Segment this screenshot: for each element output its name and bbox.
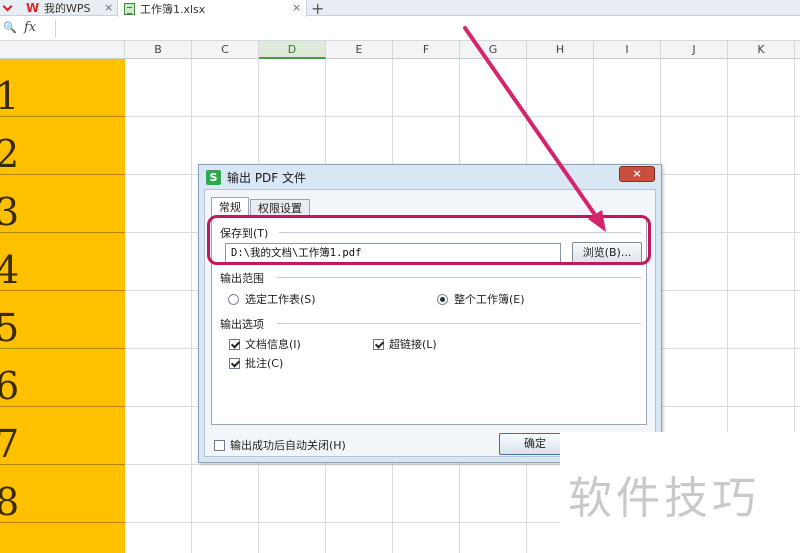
column-header-d[interactable]: D	[259, 41, 326, 59]
cell-value: 3	[0, 190, 20, 234]
checkbox-hyperlink[interactable]: 超链接(L)	[373, 336, 437, 352]
cell-value: 8	[0, 480, 20, 524]
column-header-g[interactable]: G	[460, 41, 527, 59]
cell-value: 4	[0, 248, 20, 292]
cell-a7[interactable]: 7	[0, 407, 125, 465]
tab-my-wps[interactable]: W 我的WPS ×	[0, 0, 117, 16]
option-label: 文档信息(I)	[245, 338, 301, 351]
checkbox-doc-info[interactable]: 文档信息(I)	[229, 336, 301, 352]
cell-a5[interactable]: 5	[0, 291, 125, 349]
cell-a1[interactable]: 1	[0, 59, 125, 117]
export-pdf-dialog: S 输出 PDF 文件 × 常规 权限设置 保存到(T) D:\我的文档\工作簿…	[198, 164, 662, 463]
highlight-oval	[207, 215, 651, 265]
tab-general[interactable]: 常规	[211, 197, 249, 217]
radio-icon	[228, 293, 239, 305]
column-a-cells[interactable]: 1 2 3 4 5 6 7 8	[0, 59, 125, 553]
option-label: 整个工作簿(E)	[454, 293, 525, 306]
column-header-i[interactable]: I	[594, 41, 661, 59]
fx-button[interactable]: fx	[24, 20, 36, 35]
divider	[277, 323, 641, 324]
zoom-icon[interactable]: 🔍	[3, 21, 17, 35]
close-icon[interactable]: ×	[292, 1, 301, 14]
tab-workbook[interactable]: 工作簿1.xlsx ×	[117, 0, 307, 17]
checkbox-icon	[229, 357, 240, 369]
close-icon[interactable]: ×	[104, 1, 113, 14]
column-header-k[interactable]: K	[728, 41, 795, 59]
radio-whole-workbook[interactable]: 整个工作簿(E)	[437, 291, 525, 307]
divider	[55, 20, 56, 37]
option-label: 输出成功后自动关闭(H)	[230, 439, 346, 452]
column-header-a[interactable]	[0, 41, 125, 59]
cell-a6[interactable]: 6	[0, 349, 125, 407]
cell-value: 6	[0, 364, 20, 408]
output-range-label: 输出范围	[220, 272, 264, 285]
column-header-c[interactable]: C	[192, 41, 259, 59]
tab-label: 我的WPS	[44, 2, 91, 15]
output-options-label: 输出选项	[220, 318, 264, 331]
radio-icon	[437, 293, 448, 305]
option-label: 批注(C)	[245, 357, 284, 370]
column-header-j[interactable]: J	[661, 41, 728, 59]
cell-value: 2	[0, 132, 20, 176]
checkbox-auto-close[interactable]: 输出成功后自动关闭(H)	[214, 437, 346, 453]
new-tab-button[interactable]: +	[311, 0, 324, 18]
cell-value: 5	[0, 306, 20, 350]
cell-value: 7	[0, 422, 20, 466]
dialog-title: 输出 PDF 文件	[227, 170, 307, 185]
formula-bar: 🔍 fx	[0, 17, 800, 41]
cell-a8[interactable]: 8	[0, 465, 125, 523]
column-header-h[interactable]: H	[527, 41, 594, 59]
checkbox-icon	[229, 338, 240, 350]
cell-value: 1	[0, 74, 20, 118]
option-label: 超链接(L)	[389, 338, 437, 351]
divider	[277, 277, 641, 278]
wps-logo-icon: S	[206, 169, 221, 185]
wps-logo-icon: W	[26, 1, 40, 15]
checkbox-icon	[214, 439, 225, 451]
tab-label: 工作簿1.xlsx	[140, 2, 206, 16]
checkbox-comments[interactable]: 批注(C)	[229, 355, 283, 371]
watermark: 软件技巧	[568, 473, 760, 524]
option-label: 选定工作表(S)	[245, 293, 316, 306]
spreadsheet-icon	[124, 2, 135, 15]
checkbox-icon	[373, 338, 384, 350]
column-header-f[interactable]: F	[393, 41, 460, 59]
cell-a3[interactable]: 3	[0, 175, 125, 233]
cell-a2[interactable]: 2	[0, 117, 125, 175]
column-header-e[interactable]: E	[326, 41, 393, 59]
dialog-titlebar: S 输出 PDF 文件 ×	[199, 165, 661, 189]
column-header-b[interactable]: B	[125, 41, 192, 59]
radio-selected-sheet[interactable]: 选定工作表(S)	[228, 291, 316, 307]
tab-bar: W 我的WPS × 工作簿1.xlsx × +	[0, 0, 800, 18]
close-button[interactable]: ×	[619, 166, 655, 182]
column-headers: BCDEFGHIJK	[0, 41, 800, 59]
cell-a4[interactable]: 4	[0, 233, 125, 291]
